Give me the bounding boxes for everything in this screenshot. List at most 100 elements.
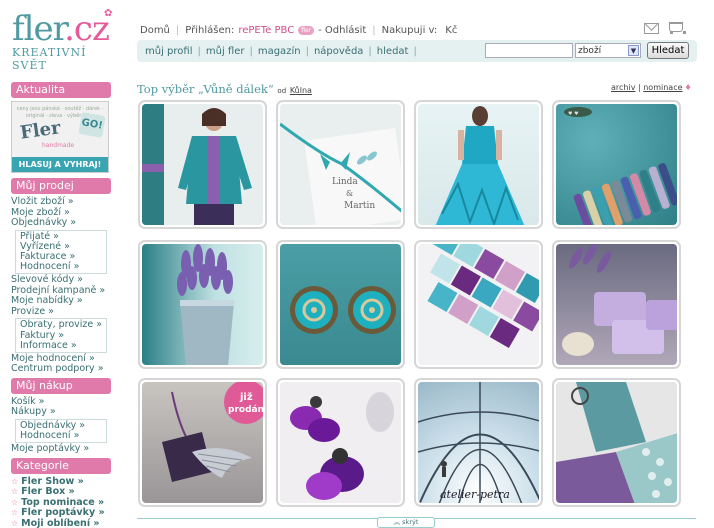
promo-go: GO! xyxy=(78,112,106,138)
sidebar-item-vlozit-zbozi[interactable]: Vložit zboží » xyxy=(11,196,111,208)
logo-text: fler xyxy=(12,9,65,49)
nav-divider: | xyxy=(368,45,372,57)
photo-glass-tiles xyxy=(427,244,539,349)
logout-link[interactable]: - Odhlásit xyxy=(318,25,366,36)
photo-lavender-soap xyxy=(562,244,677,356)
photo-wedding-invitation: Linda & Martin xyxy=(280,122,401,225)
photo-turquoise-dress xyxy=(435,106,525,225)
sold-text-1: již xyxy=(239,391,253,403)
promo-cta: HLASUJ A VYHRAJ! xyxy=(12,157,108,172)
product-photo: Linda & Martin xyxy=(280,104,401,225)
star-icon: ☆ xyxy=(11,497,19,507)
top-bar: Domů | Přihlášen: rePETe PBC fler - Odhl… xyxy=(140,22,457,38)
nominace-link[interactable]: nominace xyxy=(643,83,682,92)
bee-icon: ✿ xyxy=(104,8,113,19)
invitation-amp: & xyxy=(346,189,353,198)
invitation-name-1: Linda xyxy=(332,177,358,187)
photo-hot-air-balloon: atelier-petra xyxy=(418,382,539,503)
provize-submenu: Obraty, provize » Faktury » Informace » xyxy=(15,318,107,353)
sidebar: Aktualita ceny jsou pánské · soutěž · dá… xyxy=(11,82,111,528)
hide-button[interactable]: ︽ skrýt xyxy=(377,517,435,528)
svg-text:♥ ♥: ♥ ♥ xyxy=(568,111,579,117)
product-tile[interactable] xyxy=(552,240,681,369)
nav-magazin[interactable]: magazín xyxy=(258,46,301,57)
sidebar-item-objednavky[interactable]: Objednávky » xyxy=(11,217,111,229)
star-icon: ☆ xyxy=(11,518,19,528)
sidebar-item-centrum-podpory[interactable]: Centrum podpory » xyxy=(11,364,111,375)
photo-wing-necklace: již prodáno xyxy=(162,382,263,482)
product-tile[interactable] xyxy=(276,378,405,507)
nav-hledat[interactable]: hledat xyxy=(377,46,409,57)
logged-in-label: Přihlášen: xyxy=(185,24,235,36)
sidebar-item-informace[interactable]: Informace » xyxy=(20,340,106,351)
photo-lace-scarf xyxy=(556,382,677,503)
sidebar-item-moje-poptavky[interactable]: Moje poptávky » xyxy=(11,444,111,455)
invitation-name-2: Martin xyxy=(344,201,375,211)
page-title: Top výběr „Vůně dálek“ od Kůlna xyxy=(137,82,312,96)
currency-value[interactable]: Kč xyxy=(445,25,457,36)
product-tile[interactable] xyxy=(414,240,543,369)
title-od: od xyxy=(277,87,287,95)
product-tile[interactable]: atelier-petra xyxy=(414,378,543,507)
photo-steampunk-earrings xyxy=(290,286,396,334)
search-button[interactable]: Hledat xyxy=(647,42,689,59)
sold-text-2: prodáno xyxy=(228,405,263,415)
photo-lavender-bucket xyxy=(177,244,234,365)
category-moji-oblibeni[interactable]: ☆ Moji oblíbení » xyxy=(11,517,111,528)
product-tile[interactable] xyxy=(138,100,267,229)
product-tile[interactable] xyxy=(138,240,267,369)
category-label: Fler Box » xyxy=(21,486,75,498)
archive-links: archiv | nominace ♦ xyxy=(611,83,692,92)
nav-divider: | xyxy=(305,45,309,57)
star-icon: ☆ xyxy=(11,476,19,486)
nav-napoveda[interactable]: nápověda xyxy=(314,46,363,57)
product-tile[interactable]: ♥ ♥ xyxy=(552,100,681,229)
photo-purple-earrings xyxy=(290,392,394,500)
product-photo: již prodáno xyxy=(142,382,263,503)
search-category-value: zboží xyxy=(578,45,602,56)
product-tile[interactable] xyxy=(276,240,405,369)
search-input[interactable] xyxy=(485,43,573,58)
nav-profil[interactable]: můj profil xyxy=(145,46,192,57)
product-tile[interactable]: již prodáno xyxy=(138,378,267,507)
chevron-down-icon[interactable]: ▼ xyxy=(628,45,639,56)
product-tile[interactable] xyxy=(414,100,543,229)
user-name-link[interactable]: rePETe PBC xyxy=(238,25,294,36)
category-label: Fler Show » xyxy=(21,475,84,487)
main-nav: můj profil | můj fler | magazín | nápově… xyxy=(137,40,697,62)
nav-divider: | xyxy=(249,45,253,57)
sidebar-item-hodnoceni[interactable]: Hodnocení » xyxy=(20,261,106,272)
product-photo xyxy=(142,244,263,365)
logo[interactable]: fler.cz KREATIVNÍ SVĚT ✿ xyxy=(12,8,122,72)
pin-icon: ♦ xyxy=(684,83,692,92)
sidebar-item-obraty[interactable]: Obraty, provize » xyxy=(20,320,106,330)
hide-label: skrýt xyxy=(402,518,419,526)
sold-badge xyxy=(224,382,263,424)
category-label: Moji oblíbení » xyxy=(21,517,100,528)
home-link[interactable]: Domů xyxy=(140,25,170,36)
currency-label: Nakupuji v: xyxy=(381,24,438,36)
cart-icon[interactable] xyxy=(667,20,686,34)
promo-banner[interactable]: ceny jsou pánské · soutěž · dárek · orig… xyxy=(11,101,109,173)
title-text: Top výběr „Vůně dálek“ xyxy=(137,82,274,96)
sidebar-item-nakup-hodnoceni[interactable]: Hodnocení » xyxy=(20,430,106,441)
nav-muj-fler[interactable]: můj fler xyxy=(206,46,245,57)
search-category-select[interactable]: zboží ▼ xyxy=(575,43,641,58)
sidebar-item-provize[interactable]: Provize » xyxy=(11,306,111,318)
product-tile[interactable]: Linda & Martin xyxy=(276,100,405,229)
product-tile[interactable] xyxy=(552,378,681,507)
chevron-up-icon: ︽ xyxy=(393,518,403,526)
mail-icon[interactable] xyxy=(644,23,659,34)
archiv-link[interactable]: archiv xyxy=(611,83,635,92)
aktualita-heading: Aktualita xyxy=(11,82,111,98)
muj-prodej-heading: Můj prodej xyxy=(11,178,111,194)
product-photo xyxy=(418,244,539,365)
author-link[interactable]: Kůlna xyxy=(290,86,312,95)
photo-bracelet: ♥ ♥ xyxy=(564,107,677,225)
divider: | xyxy=(372,24,376,36)
product-photo: ♥ ♥ xyxy=(556,104,677,225)
nakupy-submenu: Objednávky » Hodnocení » xyxy=(15,418,107,444)
sidebar-item-nakupy[interactable]: Nákupy » xyxy=(11,407,111,418)
nav-divider: | xyxy=(413,45,417,57)
top-icons xyxy=(644,20,686,34)
